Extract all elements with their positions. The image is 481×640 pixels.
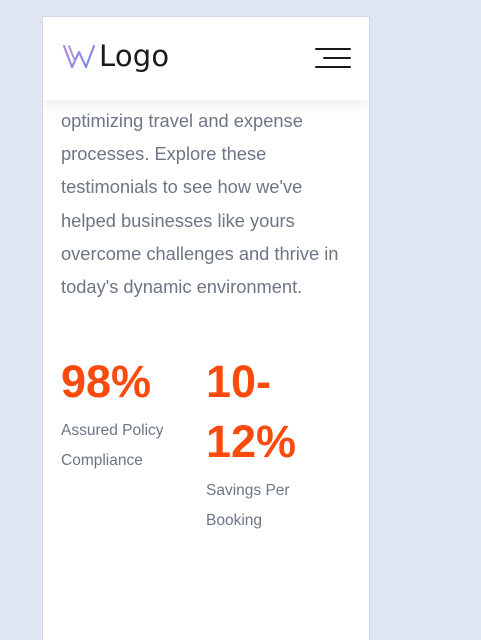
- stat-label: Savings Per Booking: [206, 482, 290, 529]
- site-logo[interactable]: Logo: [62, 40, 169, 72]
- stat-value: 10-12%: [206, 356, 297, 467]
- stat-label: Assured Policy Compliance: [61, 422, 164, 469]
- mobile-page: Logo optimizing travel and expense proce…: [43, 17, 369, 640]
- hamburger-menu-button[interactable]: [315, 47, 351, 69]
- stat-value: 98%: [61, 356, 152, 407]
- stat-booking-savings: 10-12% Savings Per Booking: [206, 352, 316, 535]
- logo-text: Logo: [99, 39, 170, 73]
- site-header: Logo: [43, 17, 369, 100]
- intro-paragraph: optimizing travel and expense processes.…: [61, 110, 339, 298]
- stat-policy-compliance: 98% Assured Policy Compliance: [61, 352, 181, 475]
- w-brand-mark-icon: [62, 44, 96, 69]
